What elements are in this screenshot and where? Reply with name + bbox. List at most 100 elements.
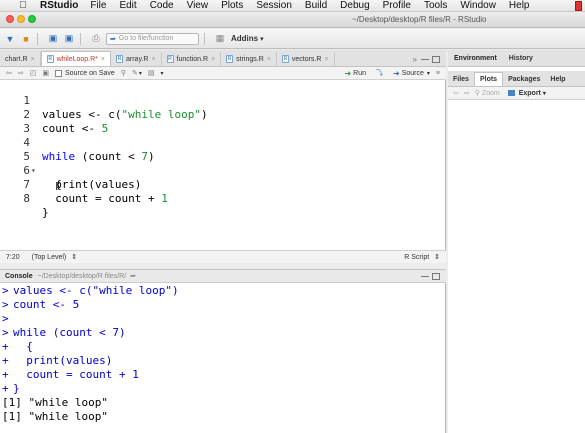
close-icon[interactable]: × [31,56,35,63]
rerun-icon[interactable]: ⤵ [376,68,383,78]
maximize-pane-icon[interactable] [432,272,440,280]
close-window-button[interactable] [6,15,14,23]
tab-help[interactable]: Help [545,73,570,86]
goto-arrow-icon: ➦ [110,35,116,43]
close-icon[interactable]: × [101,56,105,63]
menu-session[interactable]: Session [256,0,292,11]
editor-toolbar: ⇦ ⇨ ◰ ▣ Source on Save ⚲ ✎ ▾ ▤ ▾ ➜ Run ⤵… [0,67,446,80]
menu-edit[interactable]: Edit [119,0,136,11]
menu-view[interactable]: View [187,0,209,11]
source-on-save-checkbox[interactable] [55,69,62,77]
toolbar-divider [204,32,205,45]
minimize-pane-icon[interactable] [421,275,429,277]
r-file-icon: R [166,55,174,63]
export-button[interactable]: Export ▾ [507,90,546,97]
scope-selector[interactable]: (Top Level) ⇕ [32,253,77,261]
zoom-window-button[interactable] [28,15,36,23]
show-in-window-icon[interactable]: ◰ [30,69,37,77]
chevron-updown-icon: ⇕ [71,254,78,261]
menu-debug[interactable]: Debug [340,0,369,11]
goto-file-input[interactable]: ➦ Go to file/function [106,32,199,45]
tab-environment[interactable]: Environment [448,55,503,62]
back-arrow-icon[interactable]: ⇦ [6,69,12,77]
tab-history[interactable]: History [503,55,539,62]
menu-build[interactable]: Build [305,0,327,11]
maximize-pane-icon[interactable] [432,55,440,63]
console-command: count = count + 1 [13,368,139,381]
status-menu-icon[interactable] [575,1,582,11]
menu-rstudio[interactable]: RStudio [40,0,78,11]
compile-report-icon[interactable]: ▤ [148,69,155,77]
tab-label: chart.R [5,55,28,63]
grid-layout-icon[interactable]: ▦ [214,32,226,46]
zoom-button[interactable]: ⚲ Zoom [475,89,500,97]
console-prompt: + [2,340,9,353]
close-icon[interactable]: × [211,56,215,63]
save-icon[interactable]: ▣ [47,32,59,46]
console-line: > count <- 5 [0,298,446,312]
close-icon[interactable]: × [267,56,271,63]
menu-help[interactable]: Help [509,0,530,11]
tab-vectors[interactable]: R vectors.R × [277,52,335,66]
source-label: Source [401,69,424,77]
tab-strings[interactable]: R strings.R × [221,52,277,66]
tab-function[interactable]: R function.R × [162,52,222,66]
save-icon[interactable]: ▣ [42,69,49,77]
forward-arrow-icon[interactable]: ⇨ [464,89,470,97]
menu-file[interactable]: File [90,0,106,11]
console-prompt: > [2,284,9,297]
close-icon[interactable]: × [324,56,328,63]
tab-label: strings.R [236,55,264,63]
run-button[interactable]: ➜ Run [344,69,366,78]
minimize-pane-icon[interactable] [421,58,429,60]
forward-arrow-icon[interactable]: ⇨ [18,69,24,77]
close-icon[interactable]: × [151,56,155,63]
console-command: count <- 5 [13,298,80,311]
code-editor[interactable]: 1 values <- c("while loop") 2 count <- 5… [0,80,446,250]
console-output[interactable]: > values <- c("while loop") > count <- 5 >… [0,284,446,433]
console-line: > [0,312,446,326]
new-file-icon[interactable]: ▼ [4,32,16,46]
goto-placeholder: Go to file/function [118,35,174,42]
tab-packages[interactable]: Packages [503,73,545,86]
zoom-label: Zoom [481,90,500,97]
file-type-selector[interactable]: R Script ⇕ [404,253,440,261]
console-line: +} [0,382,446,396]
console-prompt: > [2,312,9,325]
addins-button[interactable]: Addins [231,34,258,43]
scope-label: (Top Level) [31,254,67,261]
source-button[interactable]: ➜ Source ▾ [393,69,430,78]
save-all-icon[interactable]: ▣ [63,32,75,46]
tab-whileloop[interactable]: R whileLoop.R* × [40,51,111,66]
console-window-buttons [417,272,440,280]
console-line: > while (count < 7) [0,326,446,340]
r-file-icon: R [46,55,54,63]
menu-plots[interactable]: Plots [221,0,243,11]
chevron-down-icon: ▾ [260,35,264,43]
more-tabs-icon[interactable]: » [413,55,417,64]
console-result: [1] "while loop" [2,410,108,423]
print-icon[interactable]: ⎙ [90,32,102,46]
console-header: Console ~/Desktop/desktop/R files/R/ ➦ [0,269,446,283]
console-line: + count = count + 1 [0,368,446,382]
apple-icon[interactable]:  [16,0,30,11]
outline-menu-icon[interactable]: ≡ [436,70,440,77]
main-toolbar: ▼ ■ ▣ ▣ ⎙ ➦ Go to file/function ▦ Addins… [0,29,585,49]
menu-window[interactable]: Window [460,0,496,11]
tab-label: array.R [126,55,149,63]
back-arrow-icon[interactable]: ⇦ [453,89,459,97]
menu-code[interactable]: Code [150,0,174,11]
menu-tools[interactable]: Tools [424,0,447,11]
menu-profile[interactable]: Profile [383,0,411,11]
tab-plots[interactable]: Plots [473,72,504,86]
tab-files[interactable]: Files [448,73,474,86]
search-icon[interactable]: ⚲ [121,69,126,77]
minimize-window-button[interactable] [17,15,25,23]
new-project-icon[interactable]: ■ [20,32,32,46]
tab-array[interactable]: R array.R × [111,52,162,66]
tab-chart[interactable]: chart.R × [0,52,41,66]
run-label: Run [353,69,366,77]
go-to-dir-icon[interactable]: ➦ [130,272,136,280]
code-tools-icon[interactable]: ✎ [132,69,138,77]
chevron-updown-icon: ⇕ [434,254,440,261]
